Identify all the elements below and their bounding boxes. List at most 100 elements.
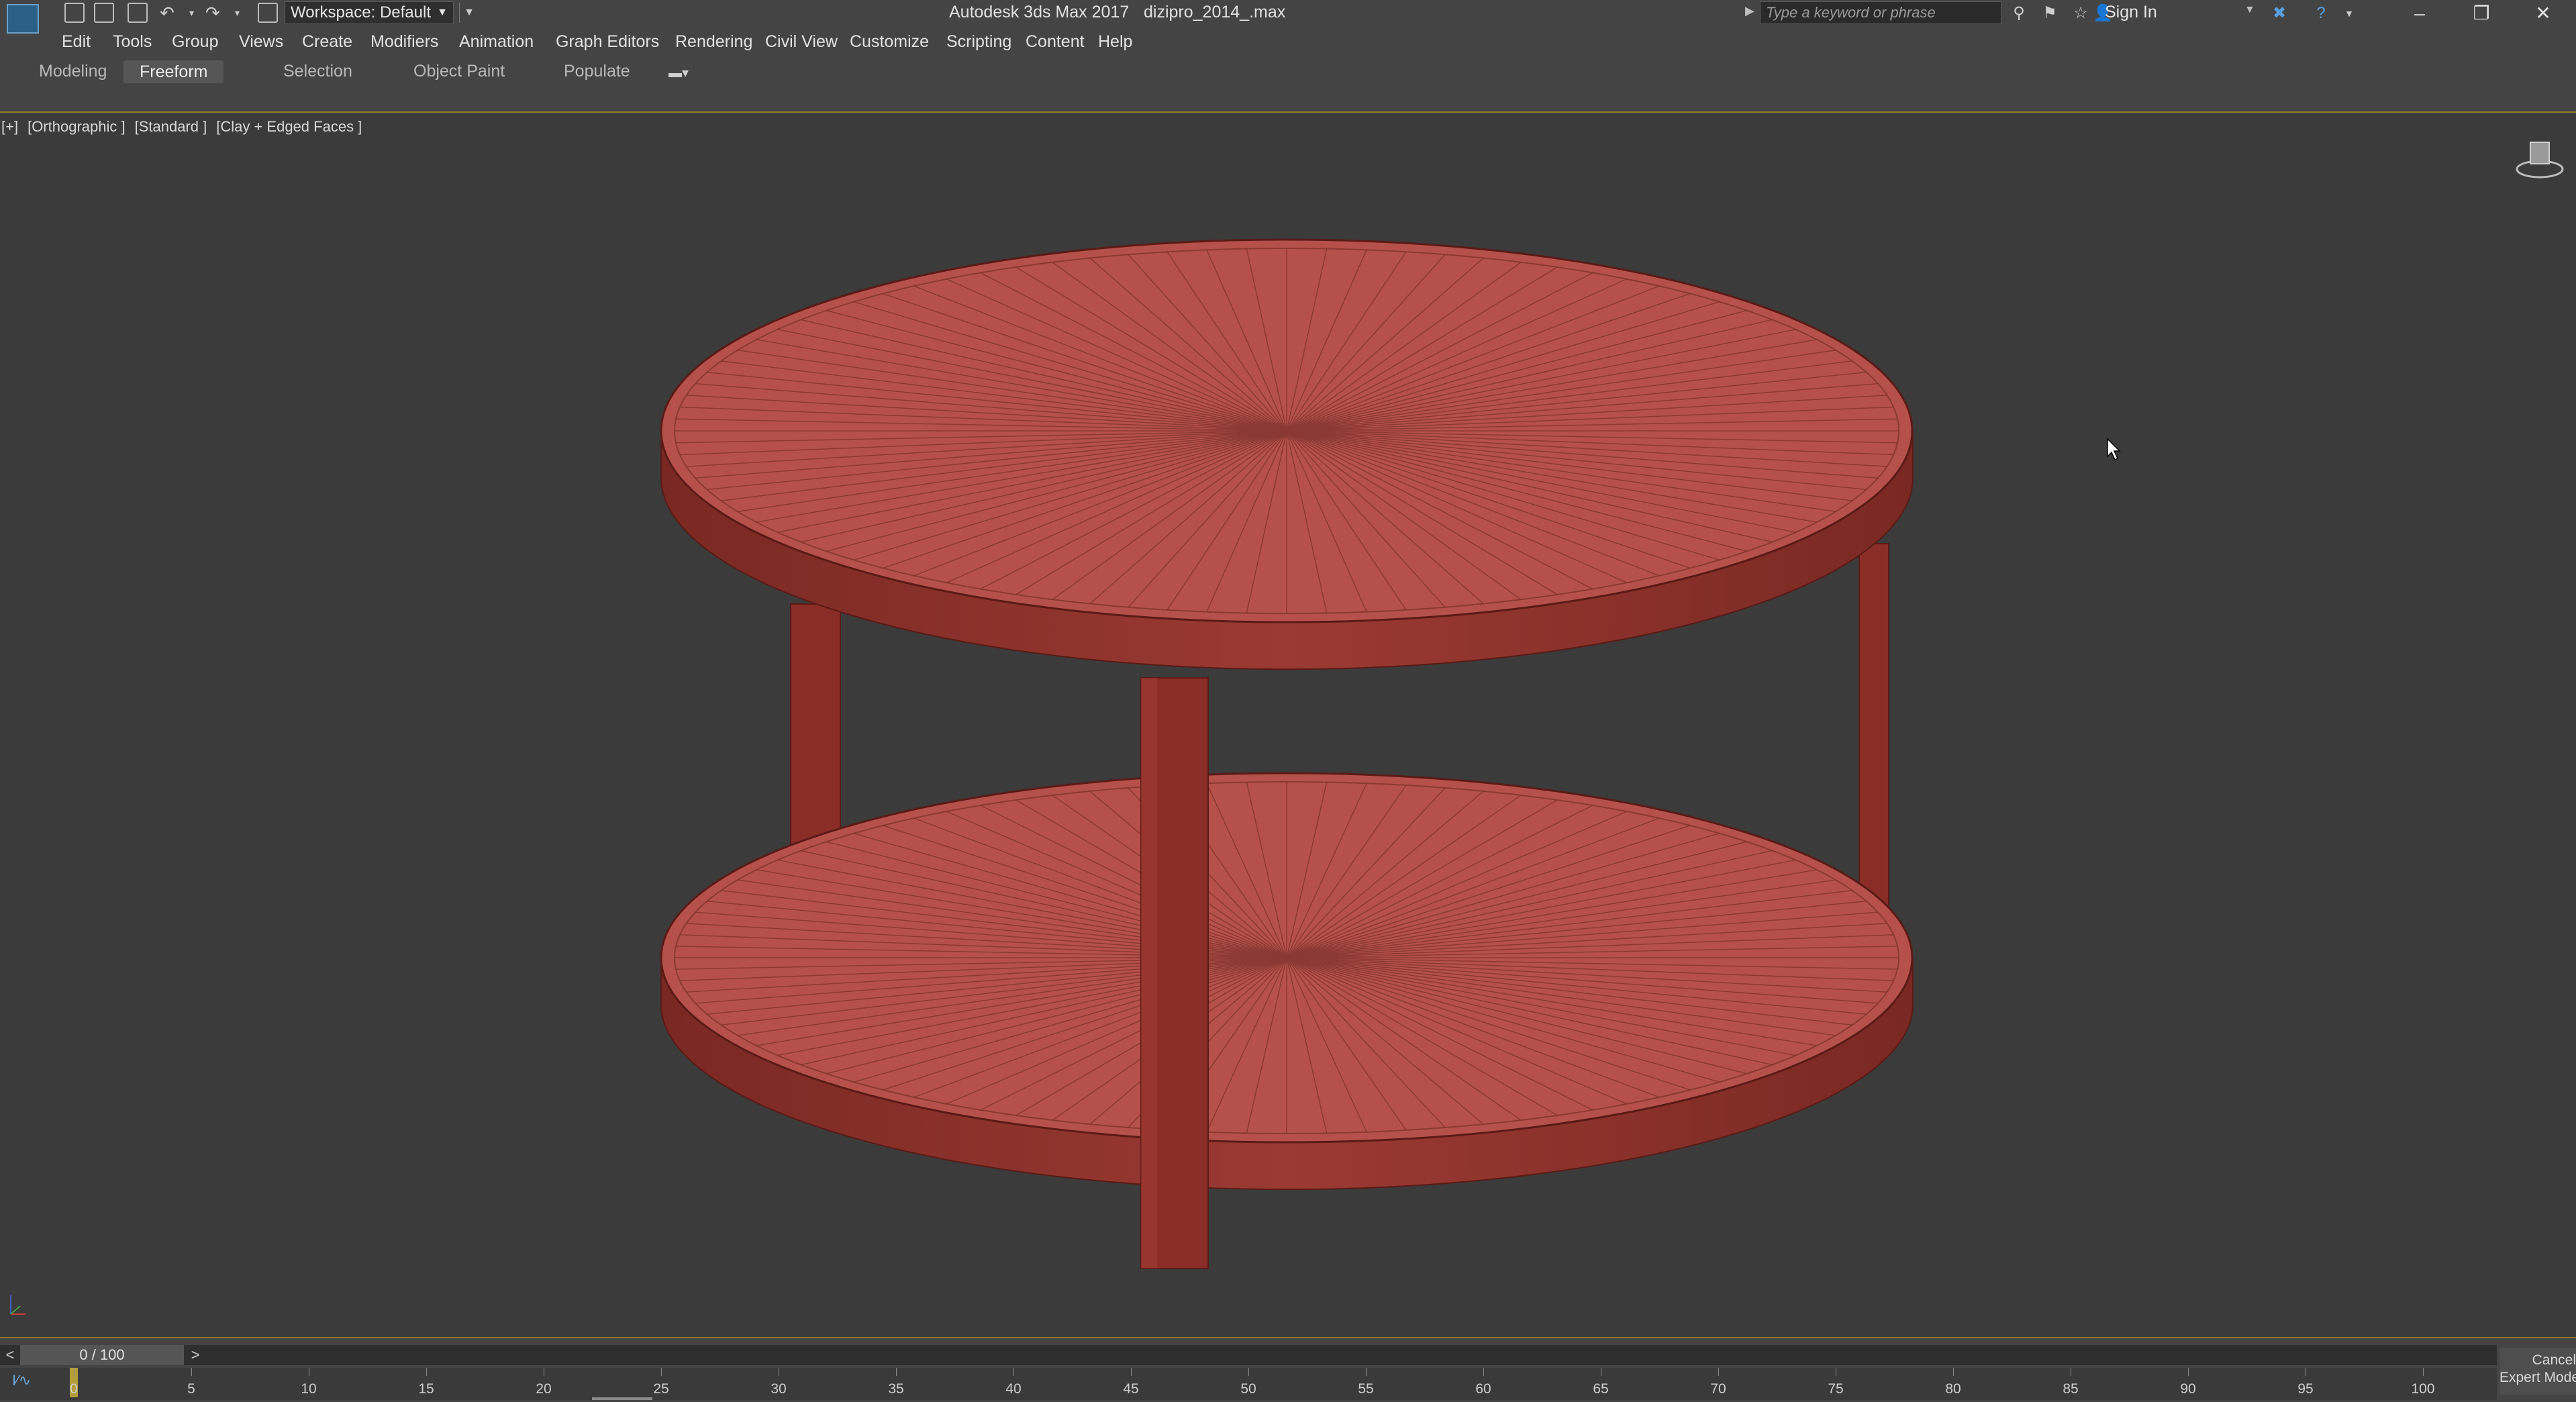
tick-label: 25 bbox=[653, 1381, 669, 1397]
undo-icon[interactable]: ↶ bbox=[160, 3, 175, 23]
new-file-icon[interactable] bbox=[64, 3, 85, 23]
tick-label: 70 bbox=[1710, 1381, 1726, 1397]
tab-selection[interactable]: Selection bbox=[283, 62, 352, 81]
menu-content[interactable]: Content bbox=[1026, 32, 1085, 52]
tick-label: 100 bbox=[2411, 1381, 2435, 1397]
tick-label: 55 bbox=[1358, 1381, 1374, 1397]
axis-tripod-icon bbox=[10, 1295, 26, 1315]
chevron-down-icon: ▼ bbox=[437, 7, 448, 18]
track-scroll-thumb[interactable] bbox=[592, 1397, 652, 1400]
exchange-icon[interactable]: ✖ bbox=[2270, 4, 2289, 23]
tick-mark bbox=[1483, 1368, 1484, 1376]
menu-tools[interactable]: Tools bbox=[113, 32, 152, 52]
customize-qat-icon[interactable]: ▼ bbox=[459, 3, 479, 23]
track-ticks: 0 5 10 15 20 25 30 35 40 45 50 55 60 65 70 75 80 85 90 95 10… bbox=[70, 1368, 2435, 1400]
tick-label: 10 bbox=[301, 1381, 317, 1397]
tick-mark bbox=[1953, 1368, 1954, 1376]
app-title: Autodesk 3ds Max 2017 bbox=[949, 3, 1130, 21]
time-slider[interactable]: < 0 / 100 > bbox=[0, 1345, 2497, 1365]
curve-editor-icon[interactable]: I∕∿ bbox=[12, 1372, 31, 1389]
tick-label: 20 bbox=[536, 1381, 552, 1397]
tick-label: 80 bbox=[1945, 1381, 1961, 1397]
search-input[interactable]: Type a keyword or phrase bbox=[1760, 1, 2001, 24]
menu-modifiers[interactable]: Modifiers bbox=[370, 32, 438, 52]
tab-populate[interactable]: Populate bbox=[564, 62, 630, 81]
viewcube-icon[interactable] bbox=[2514, 138, 2565, 181]
tab-object-paint[interactable]: Object Paint bbox=[413, 62, 505, 81]
tick-mark bbox=[1131, 1368, 1132, 1376]
tick-label: 50 bbox=[1240, 1381, 1256, 1397]
title-bar: ↶ ▾ ↷ ▾ Workspace: Default ▼ ▼ Autodesk … bbox=[0, 0, 2576, 34]
timeline: < 0 / 100 > I∕∿ 0 5 10 15 20 25 30 35 40 45 50 55 60… bbox=[0, 1337, 2576, 1402]
tick-mark bbox=[2188, 1368, 2189, 1376]
track-bar[interactable]: I∕∿ 0 5 10 15 20 25 30 35 40 45 50 55 60 65 70 75 80 85 90… bbox=[0, 1368, 2497, 1400]
tick-label: 30 bbox=[771, 1381, 787, 1397]
menu-help[interactable]: Help bbox=[1098, 32, 1132, 52]
sign-in-dropdown-icon[interactable]: ▼ bbox=[2244, 4, 2255, 16]
star-icon[interactable]: ☆ bbox=[2071, 4, 2090, 23]
cancel-label: Cancel bbox=[2532, 1352, 2576, 1368]
sign-in-button[interactable]: Sign In bbox=[2105, 3, 2157, 22]
help-icon[interactable]: ? bbox=[2312, 4, 2330, 23]
tick-mark bbox=[1718, 1368, 1719, 1376]
tick-mark bbox=[896, 1368, 897, 1376]
ribbon-panel bbox=[0, 87, 2576, 113]
tick-label: 40 bbox=[1005, 1381, 1022, 1397]
save-icon[interactable] bbox=[128, 3, 148, 23]
binoculars-icon[interactable]: ⚲ bbox=[2010, 4, 2028, 23]
tick-label: 90 bbox=[2180, 1381, 2196, 1397]
open-file-icon[interactable] bbox=[94, 3, 114, 23]
menu-edit[interactable]: Edit bbox=[62, 32, 91, 52]
tick-mark bbox=[191, 1368, 192, 1376]
workspace-dropdown[interactable]: Workspace: Default ▼ bbox=[285, 1, 454, 24]
favorites-icon[interactable]: ⚑ bbox=[2040, 4, 2059, 23]
close-icon[interactable]: ✕ bbox=[2513, 0, 2573, 27]
redo-icon[interactable]: ↷ bbox=[205, 3, 220, 23]
menu-rendering[interactable]: Rendering bbox=[675, 32, 752, 52]
table-model[interactable] bbox=[0, 114, 2576, 1337]
ribbon-options-icon[interactable]: ▬▾ bbox=[668, 64, 689, 81]
tick-mark bbox=[661, 1368, 662, 1376]
time-slider-prev-button[interactable]: < bbox=[0, 1345, 20, 1365]
tick-label: 65 bbox=[1593, 1381, 1609, 1397]
tab-freeform[interactable]: Freeform bbox=[123, 60, 224, 83]
minimize-icon[interactable]: – bbox=[2389, 0, 2450, 27]
file-title: dizipro_2014_.max bbox=[1144, 3, 1286, 21]
undo-dropdown-icon[interactable]: ▾ bbox=[189, 3, 194, 23]
bottom-shelf bbox=[660, 772, 1914, 1191]
tick-mark bbox=[1013, 1368, 1014, 1376]
tab-modeling[interactable]: Modeling bbox=[39, 62, 107, 81]
top-shelf bbox=[660, 238, 1914, 670]
tick-mark bbox=[1248, 1368, 1249, 1376]
cursor-icon bbox=[2107, 438, 2121, 461]
perspective-viewport[interactable]: [+] [Orthographic ] [Standard ] [Clay + Edg… bbox=[0, 114, 2576, 1337]
help-dropdown-icon[interactable]: ▼ bbox=[2340, 4, 2359, 23]
menu-create[interactable]: Create bbox=[302, 32, 352, 52]
tick-label: 60 bbox=[1475, 1381, 1491, 1397]
menu-views[interactable]: Views bbox=[239, 32, 283, 52]
tick-label: 85 bbox=[2063, 1381, 2079, 1397]
expert-mode-label: Expert Mode bbox=[2499, 1370, 2576, 1385]
tick-mark bbox=[426, 1368, 427, 1376]
time-slider-next-button[interactable]: > bbox=[185, 1345, 205, 1365]
tick-mark bbox=[2423, 1368, 2424, 1376]
menu-civil-view[interactable]: Civil View bbox=[765, 32, 838, 52]
project-icon[interactable] bbox=[258, 3, 278, 23]
menu-customize[interactable]: Customize bbox=[850, 32, 929, 52]
tick-label: 75 bbox=[1828, 1381, 1844, 1397]
menu-bar: Edit Tools Group Views Create Modifiers … bbox=[0, 30, 2576, 56]
menu-group[interactable]: Group bbox=[172, 32, 218, 52]
redo-dropdown-icon[interactable]: ▾ bbox=[235, 3, 240, 23]
tick-label: 5 bbox=[187, 1381, 195, 1397]
menu-scripting[interactable]: Scripting bbox=[946, 32, 1011, 52]
cancel-expert-mode-button[interactable]: Cancel Expert Mode bbox=[2499, 1348, 2576, 1395]
tick-label: 35 bbox=[888, 1381, 904, 1397]
time-slider-thumb[interactable]: 0 / 100 bbox=[20, 1345, 184, 1365]
search-arrow-icon[interactable]: ▶ bbox=[1745, 4, 1754, 18]
menu-graph-editors[interactable]: Graph Editors bbox=[556, 32, 659, 52]
ribbon-tabs: Modeling Freeform Selection Object Paint… bbox=[0, 59, 2576, 86]
restore-icon[interactable]: ❐ bbox=[2451, 0, 2512, 27]
menu-animation[interactable]: Animation bbox=[459, 32, 534, 52]
tick-mark bbox=[1366, 1368, 1367, 1376]
tick-label: 45 bbox=[1123, 1381, 1139, 1397]
